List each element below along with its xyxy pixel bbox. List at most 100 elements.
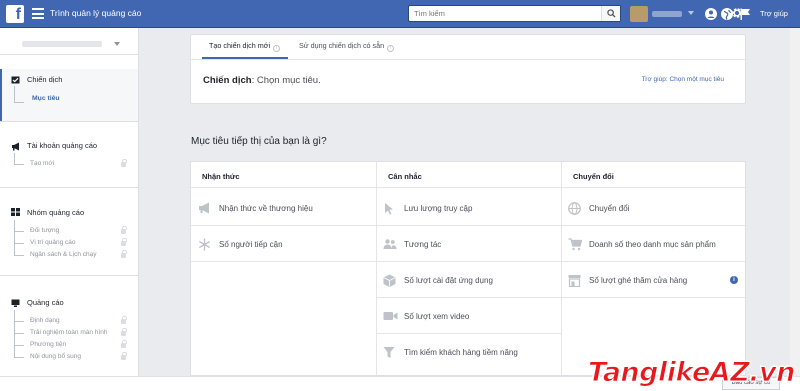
info-icon: i <box>387 45 395 52</box>
sidebar-item-fullscreen-experience[interactable]: Trải nghiệm toàn màn hình <box>30 329 107 336</box>
objective-label: Tìm kiếm khách hàng tiềm năng <box>404 348 518 357</box>
header-divider <box>191 187 745 188</box>
tree-tick <box>14 231 24 232</box>
sidebar-item-budget-schedule[interactable]: Ngân sách & Lịch chạy <box>30 251 96 258</box>
objective-catalog-sales[interactable]: Doanh số theo danh mục sản phẩm <box>568 238 728 252</box>
row-divider <box>377 297 561 298</box>
objective-brand-awareness[interactable]: Nhận thức về thương hiệu <box>198 202 373 216</box>
sidebar-item-objective[interactable]: Mục tiêu <box>32 95 60 102</box>
grid-icon <box>11 208 20 216</box>
tree-tick <box>14 243 24 244</box>
facebook-logo[interactable]: f <box>6 5 24 23</box>
tree-line <box>14 220 15 255</box>
tree-tick <box>14 333 24 334</box>
hamburger-menu-icon[interactable] <box>32 8 44 19</box>
objective-label: Số lượt ghé thăm cửa hàng <box>589 276 688 285</box>
tree-line <box>14 153 15 164</box>
watermark-logo: TanglikeAZ.vn <box>588 357 796 389</box>
sidebar: Chiến dịch Mục tiêu Tài khoản quảng cáo … <box>0 28 139 391</box>
info-icon: i <box>273 45 281 52</box>
tab-create-new-campaign[interactable]: Tạo chiến dịch mới i <box>209 41 281 52</box>
sidebar-item-audience[interactable]: Đối tượng <box>30 227 59 234</box>
lock-icon <box>121 250 127 258</box>
objective-label: Doanh số theo danh mục sản phẩm <box>589 240 716 249</box>
objective-traffic[interactable]: Lưu lượng truy cập <box>383 202 558 216</box>
search-input[interactable] <box>409 6 602 21</box>
active-indicator <box>0 69 2 121</box>
objective-label: Tương tác <box>404 240 442 249</box>
sidebar-section-title[interactable]: Nhóm quảng cáo <box>27 208 84 217</box>
sidebar-divider <box>0 54 138 55</box>
objective-reach[interactable]: Số người tiếp cận <box>198 238 373 252</box>
monitor-icon <box>11 299 20 307</box>
column-header-awareness: Nhận thức <box>202 172 240 181</box>
tab-label: Sử dụng chiến dịch có sẵn <box>299 41 385 50</box>
top-navigation-bar: f Trình quản lý quảng cáo Trợ giúp <box>0 0 800 28</box>
tab-label: Tạo chiến dịch mới <box>209 41 271 50</box>
lock-icon <box>121 159 127 167</box>
objective-conversions[interactable]: Chuyển đổi <box>568 202 728 216</box>
sidebar-item-additional-content[interactable]: Nội dung bổ sung <box>30 353 81 360</box>
row-divider <box>191 261 376 262</box>
friends-icon[interactable] <box>704 7 718 21</box>
app-title[interactable]: Trình quản lý quảng cáo <box>50 8 141 18</box>
help-choose-objective-link[interactable]: Trợ giúp: Chọn một mục tiêu <box>642 76 724 83</box>
tree-tick <box>14 102 24 103</box>
snowflake-icon <box>198 238 211 251</box>
tree-tick <box>14 345 24 346</box>
tab-use-existing-campaign[interactable]: Sử dụng chiến dịch có sẵn i <box>299 41 395 52</box>
objective-video-views[interactable]: Số lượt xem video <box>383 310 558 324</box>
objectives-grid: Nhận thức Cân nhắc Chuyển đổi <box>190 161 746 377</box>
row-divider <box>562 225 745 226</box>
search-box <box>408 5 621 22</box>
info-icon[interactable]: i <box>730 276 738 284</box>
row-divider <box>191 225 376 226</box>
objective-label: Số người tiếp cận <box>219 240 283 249</box>
row-divider <box>377 333 561 334</box>
account-avatar <box>630 6 648 22</box>
sidebar-item-create-new[interactable]: Tạo mới <box>30 160 54 167</box>
megaphone-icon <box>12 142 19 151</box>
people-icon <box>383 239 397 249</box>
lock-icon <box>121 340 127 348</box>
objective-label: Nhận thức về thương hiệu <box>219 204 313 213</box>
sidebar-section-campaign: Chiến dịch Mục tiêu <box>0 69 138 121</box>
sidebar-item-format[interactable]: Định dạng <box>30 317 60 324</box>
sidebar-section-title[interactable]: Chiến dịch <box>27 75 62 84</box>
store-icon <box>568 275 581 287</box>
lock-icon <box>121 238 127 246</box>
sidebar-item-placements[interactable]: Vị trí quảng cáo <box>30 239 76 246</box>
globe-icon <box>568 202 581 215</box>
lock-icon <box>121 226 127 234</box>
search-button[interactable] <box>601 6 620 21</box>
box-icon <box>383 274 396 287</box>
video-camera-icon <box>383 312 398 320</box>
sidebar-section-title[interactable]: Quảng cáo <box>27 298 64 307</box>
objective-engagement[interactable]: Tương tác <box>383 238 558 252</box>
ad-account-selector[interactable] <box>14 37 122 51</box>
tree-tick <box>14 164 24 165</box>
campaign-label-hint: : Chọn mục tiêu. <box>251 75 321 86</box>
sidebar-divider <box>0 121 138 122</box>
megaphone-icon <box>199 202 209 214</box>
objective-app-installs[interactable]: Số lượt cài đặt ứng dụng <box>383 274 558 288</box>
sidebar-item-media[interactable]: Phương tiện <box>30 341 66 348</box>
campaign-setup-card: Tạo chiến dịch mới i Sử dụng chiến dịch c… <box>190 34 746 104</box>
help-link[interactable]: Trợ giúp <box>760 9 788 18</box>
row-divider <box>562 261 745 262</box>
objective-lead-generation[interactable]: Tìm kiếm khách hàng tiềm năng <box>383 346 558 360</box>
page-scrollbar[interactable] <box>790 28 800 391</box>
search-icon <box>607 9 616 18</box>
objective-label: Lưu lượng truy cập <box>404 204 473 213</box>
account-switcher[interactable] <box>630 6 696 22</box>
column-divider <box>376 162 377 377</box>
sidebar-section-title[interactable]: Tài khoản quảng cáo <box>27 141 97 150</box>
objective-label: Số lượt xem video <box>404 312 470 321</box>
lock-icon <box>121 316 127 324</box>
gear-icon[interactable] <box>730 6 744 20</box>
objective-label: Chuyển đổi <box>589 204 630 213</box>
objective-store-visits[interactable]: Số lượt ghé thăm cửa hàng <box>568 274 728 288</box>
campaign-label: Chiến dịch: Chọn mục tiêu. <box>203 75 321 86</box>
row-divider <box>377 225 561 226</box>
column-header-conversion: Chuyển đổi <box>573 172 614 181</box>
